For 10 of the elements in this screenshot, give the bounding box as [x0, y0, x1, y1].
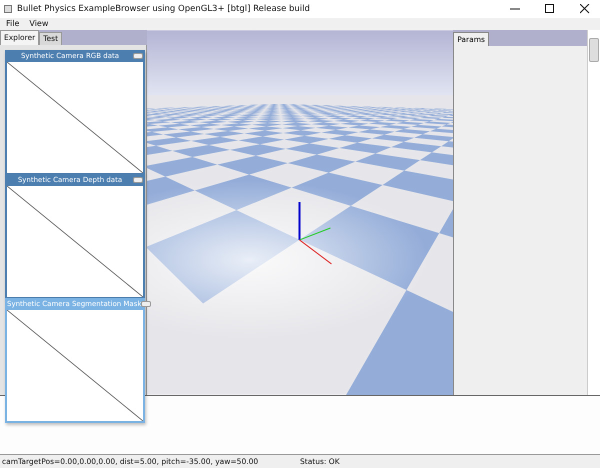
menu-item[interactable]: View [25, 19, 52, 28]
window-title: Bullet Physics ExampleBrowser using OpenGL3+ [btgl] Release build [17, 4, 311, 14]
maximize-icon [545, 4, 555, 14]
menu-item[interactable]: File [2, 19, 24, 28]
minimize-button[interactable] [141, 301, 152, 307]
close-icon [580, 4, 590, 14]
minimize-button[interactable] [133, 53, 143, 59]
scrollbar[interactable] [587, 30, 600, 395]
minimize-button[interactable] [133, 177, 143, 183]
app-icon [4, 5, 12, 13]
